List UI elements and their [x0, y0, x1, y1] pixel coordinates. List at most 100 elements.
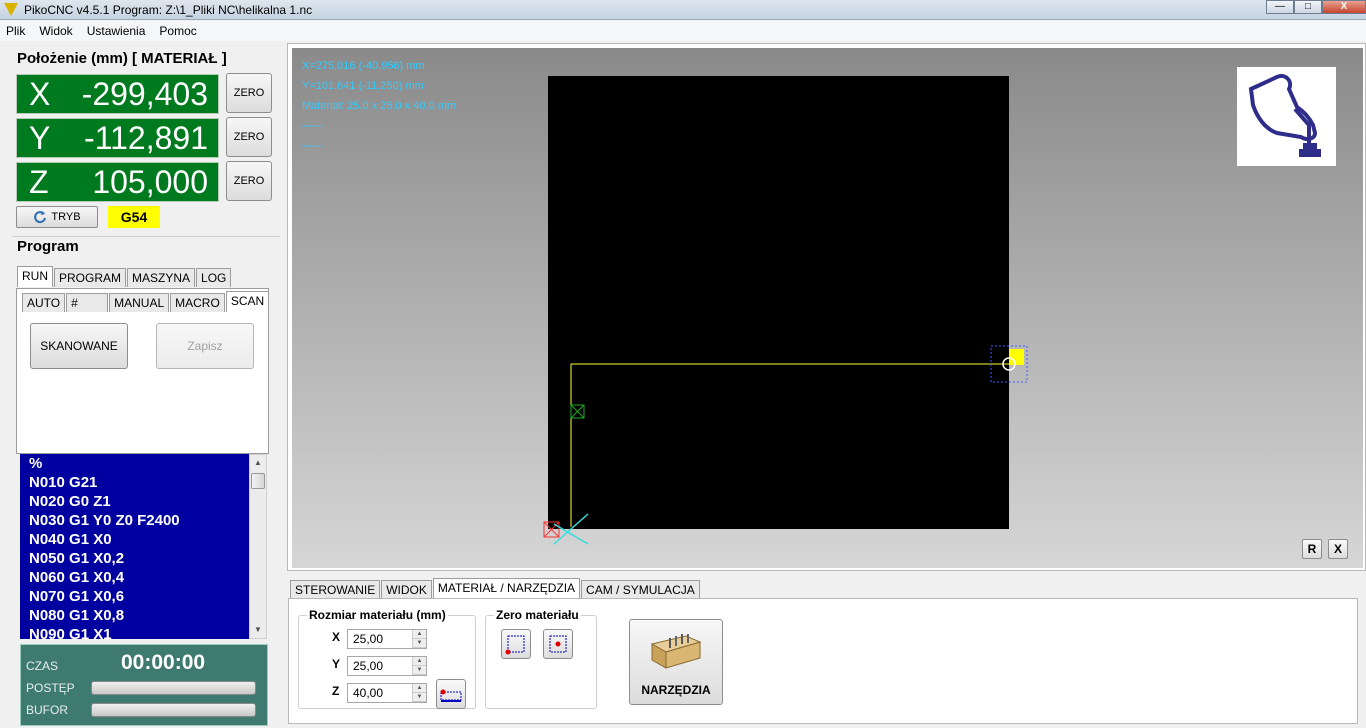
menu-pomoc[interactable]: Pomoc — [159, 24, 196, 38]
gcode-line: N090 G1 X1 — [29, 626, 112, 639]
tool-marker — [1009, 349, 1024, 365]
tools-button[interactable]: NARZĘDZIA — [629, 619, 723, 705]
subtab-manual[interactable]: MANUAL — [109, 293, 170, 312]
menu-ustawienia[interactable]: Ustawienia — [87, 24, 146, 38]
position-title: Położenie (mm) [ MATERIAŁ ] — [17, 50, 227, 67]
tools-label: NARZĘDZIA — [641, 683, 711, 697]
axis-x-value: -299,403 — [81, 76, 208, 112]
zero-z-button[interactable]: ZERO — [226, 161, 272, 201]
gcode-line: N070 G1 X0,6 — [29, 588, 125, 605]
gcode-line: N080 G1 X0,8 — [29, 607, 125, 624]
axis-x-label: X — [29, 76, 51, 112]
subtab-auto[interactable]: AUTO — [22, 293, 66, 312]
size-x-input[interactable]: 25,00 ▲ ▼ — [347, 629, 427, 649]
zero-corner-icon — [505, 635, 525, 655]
close-view-button[interactable]: X — [1328, 539, 1348, 559]
gcode-listing[interactable]: % N010 G21 N020 G0 Z1 N030 G1 Y0 Z0 F240… — [20, 454, 249, 639]
window-title: PikoCNC v4.5.1 Program: Z:\1_Pliki NC\he… — [24, 3, 313, 17]
run-tab-content — [16, 288, 269, 454]
time-value: 00:00:00 — [121, 651, 206, 674]
menu-bar: Plik Widok Ustawienia Pomoc — [0, 21, 1366, 41]
size-y-label: Y — [332, 657, 341, 671]
axis-z-label: Z — [29, 164, 49, 200]
left-panel: Położenie (mm) [ MATERIAŁ ] X -299,403 Z… — [12, 46, 280, 726]
zero-y-button[interactable]: ZERO — [226, 117, 272, 157]
tool-box-icon — [650, 634, 702, 669]
viewport-frame: X=275,016 (-40,956) mm Y=101,641 (-11,25… — [287, 43, 1366, 571]
size-z-value: 40,00 — [353, 686, 384, 700]
material-size-title: Rozmiar materiału (mm) — [307, 608, 448, 622]
progress-bar — [91, 681, 256, 695]
zero-center-icon — [549, 635, 567, 653]
material-box-icon — [440, 689, 462, 702]
tab-run[interactable]: RUN — [17, 266, 53, 287]
program-title: Program — [17, 238, 79, 255]
material-tools-panel: Rozmiar materiału (mm) X 25,00 ▲ ▼ Y 25,0… — [288, 598, 1358, 724]
size-y-value: 25,00 — [353, 659, 384, 673]
size-x-spinner[interactable]: ▲ ▼ — [412, 630, 426, 648]
mode-label: TRYB — [51, 211, 81, 223]
gcode-line: N060 G1 X0,4 — [29, 569, 125, 586]
scroll-up-icon[interactable]: ▲ — [250, 455, 266, 471]
status-panel: CZAS 00:00:00 POSTĘP BUFOR — [20, 644, 268, 726]
size-z-spinner[interactable]: ▲ ▼ — [412, 684, 426, 702]
axis-z-display: Z 105,000 — [16, 162, 219, 202]
scan-button[interactable]: SKANOWANE — [30, 323, 128, 369]
tab-widok[interactable]: WIDOK — [381, 580, 432, 599]
app-logo-icon — [4, 3, 18, 16]
tab-program[interactable]: PROGRAM — [54, 268, 127, 287]
menu-widok[interactable]: Widok — [39, 24, 72, 38]
hand-touch-icon[interactable] — [1237, 67, 1336, 166]
refresh-icon — [34, 211, 47, 224]
3d-viewport[interactable]: X=275,016 (-40,956) mm Y=101,641 (-11,25… — [292, 48, 1363, 568]
gcode-line: N050 G1 X0,2 — [29, 550, 125, 567]
subtab-scan[interactable]: SCAN — [225, 291, 270, 312]
minimize-button[interactable]: — — [1266, 0, 1294, 14]
size-y-spinner[interactable]: ▲ ▼ — [412, 657, 426, 675]
zero-center-button[interactable] — [543, 629, 573, 659]
bottom-tabs: STEROWANIE WIDOK MATERIAŁ / NARZĘDZIA CA… — [290, 578, 701, 599]
gcode-line: N020 G0 Z1 — [29, 493, 111, 510]
buffer-bar — [91, 703, 256, 717]
buffer-label: BUFOR — [26, 703, 68, 717]
menu-plik[interactable]: Plik — [6, 24, 25, 38]
zero-corner-button[interactable] — [501, 629, 531, 659]
gcode-line: N010 G21 — [29, 474, 98, 491]
progress-label: POSTĘP — [26, 681, 75, 695]
run-subtabs: AUTO # MANUAL MACRO SCAN — [22, 291, 270, 312]
axis-x-display: X -299,403 — [16, 74, 219, 114]
axis-y-label: Y — [29, 120, 51, 156]
gcode-line: N030 G1 Y0 Z0 F2400 — [29, 512, 180, 529]
axis-z-value: 105,000 — [92, 164, 208, 200]
tab-material-narzedzia[interactable]: MATERIAŁ / NARZĘDZIA — [432, 578, 581, 599]
maximize-button[interactable]: □ — [1294, 0, 1322, 14]
close-button[interactable]: X — [1322, 0, 1366, 14]
save-button[interactable]: Zapisz — [156, 323, 254, 369]
zero-x-button[interactable]: ZERO — [226, 73, 272, 113]
coord-system-badge: G54 — [108, 206, 160, 228]
toolpath-drawing — [543, 345, 1028, 545]
scroll-down-icon[interactable]: ▼ — [250, 622, 266, 638]
title-bar: PikoCNC v4.5.1 Program: Z:\1_Pliki NC\he… — [0, 0, 1366, 20]
size-z-label: Z — [332, 684, 340, 698]
gcode-line: N040 G1 X0 — [29, 531, 112, 548]
axis-y-display: Y -112,891 — [16, 118, 219, 158]
tab-log[interactable]: LOG — [196, 268, 232, 287]
tab-sterowanie[interactable]: STEROWANIE — [290, 580, 381, 599]
size-x-value: 25,00 — [353, 632, 384, 646]
size-z-input[interactable]: 40,00 ▲ ▼ — [347, 683, 427, 703]
size-x-label: X — [332, 630, 341, 644]
gcode-scrollbar[interactable]: ▲ ▼ — [249, 454, 267, 639]
tab-cam-symulacja[interactable]: CAM / SYMULACJA — [581, 580, 700, 599]
tab-maszyna[interactable]: MASZYNA — [127, 268, 196, 287]
material-size-apply-button[interactable] — [436, 679, 466, 709]
subtab-macro[interactable]: MACRO — [170, 293, 225, 312]
size-y-input[interactable]: 25,00 ▲ ▼ — [347, 656, 427, 676]
subtab-hash[interactable]: # — [66, 293, 109, 312]
program-tabs: RUN PROGRAM MASZYNA LOG — [17, 266, 232, 287]
mode-button[interactable]: TRYB — [16, 206, 98, 228]
reset-view-button[interactable]: R — [1302, 539, 1322, 559]
scroll-thumb[interactable] — [251, 473, 265, 489]
axis-y-value: -112,891 — [84, 120, 208, 156]
time-label: CZAS — [26, 659, 59, 673]
